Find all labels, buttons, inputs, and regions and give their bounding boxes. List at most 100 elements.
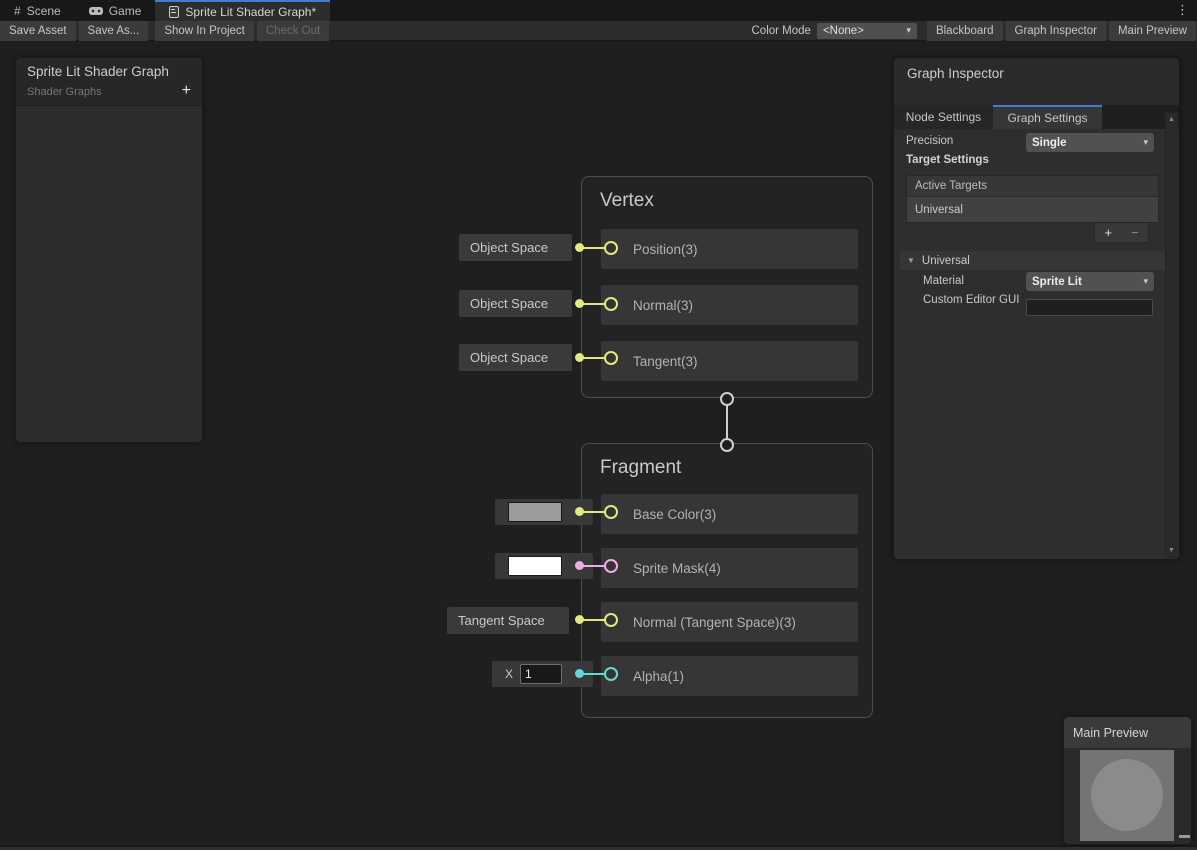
alpha-value-input[interactable] <box>520 664 562 684</box>
fragment-row-sprite-mask[interactable]: Sprite Mask(4) <box>601 548 858 588</box>
object-space-label: Object Space <box>470 240 548 255</box>
tangent-port[interactable] <box>604 351 618 365</box>
vertex-node[interactable]: Vertex Position(3) Normal(3) Tangent(3) <box>581 176 873 398</box>
tangent-space-tag[interactable]: Tangent Space <box>447 607 569 634</box>
preview-sprite-circle <box>1091 759 1163 831</box>
fragment-row-normal-tangent[interactable]: Normal (Tangent Space)(3) <box>601 602 858 642</box>
universal-foldout-label: Universal <box>922 255 970 267</box>
target-item-universal[interactable]: Universal <box>907 197 1158 222</box>
editor-tab-bar: # Scene Game Sprite Lit Shader Graph* ⋮ <box>0 0 1197 21</box>
vertex-row-position[interactable]: Position(3) <box>601 229 858 269</box>
add-target-button[interactable]: + <box>1104 225 1112 240</box>
tab-shader-graph[interactable]: Sprite Lit Shader Graph* <box>155 0 330 21</box>
port-dot[interactable] <box>575 669 584 678</box>
scene-grid-icon: # <box>14 4 21 18</box>
precision-label: Precision <box>906 135 953 147</box>
port-dot[interactable] <box>575 299 584 308</box>
chevron-down-icon: ▾ <box>1143 276 1148 287</box>
material-label: Material <box>923 275 964 287</box>
tab-shader-graph-label: Sprite Lit Shader Graph* <box>185 5 316 19</box>
tab-game[interactable]: Game <box>75 0 156 21</box>
tab-node-settings[interactable]: Node Settings <box>894 105 993 129</box>
vertex-out-connector[interactable] <box>720 392 734 406</box>
check-out-button: Check Out <box>257 21 329 41</box>
fragment-node[interactable]: Fragment Base Color(3) Sprite Mask(4) No… <box>581 443 873 718</box>
save-asset-button[interactable]: Save Asset <box>0 21 76 41</box>
fragment-row-base-color[interactable]: Base Color(3) <box>601 494 858 534</box>
blackboard-subtitle: Shader Graphs <box>27 86 191 98</box>
graph-inspector-panel: Graph Inspector Node Settings Graph Sett… <box>893 57 1180 560</box>
foldout-arrow-icon: ▼ <box>907 256 915 265</box>
scroll-down-icon[interactable]: ▼ <box>1168 547 1175 554</box>
main-preview-header: Main Preview <box>1064 717 1191 748</box>
port-dot[interactable] <box>575 615 584 624</box>
vertex-row-normal[interactable]: Normal(3) <box>601 285 858 325</box>
window-bottom-edge <box>0 846 1197 850</box>
main-preview-body <box>1064 748 1191 844</box>
vertex-row-tangent[interactable]: Tangent(3) <box>601 341 858 381</box>
normal-tangent-port[interactable] <box>604 613 618 627</box>
precision-dropdown[interactable]: Single ▾ <box>1026 133 1154 152</box>
port-dot[interactable] <box>575 353 584 362</box>
blackboard-header: Sprite Lit Shader Graph Shader Graphs + <box>16 58 202 106</box>
tangent-space-label: Tangent Space <box>458 613 545 628</box>
inspector-content: Precision Single ▾ Target Settings Activ… <box>894 129 1179 559</box>
material-dropdown[interactable]: Sprite Lit ▾ <box>1026 272 1154 291</box>
base-color-swatch[interactable] <box>508 502 562 522</box>
window-menu-icon[interactable]: ⋮ <box>1176 2 1189 18</box>
precision-value: Single <box>1032 137 1067 149</box>
port-dot[interactable] <box>575 507 584 516</box>
fragment-in-connector[interactable] <box>720 438 734 452</box>
position-port[interactable] <box>604 241 618 255</box>
gamepad-icon <box>89 7 103 15</box>
color-mode-dropdown[interactable]: <None> ▾ <box>817 23 917 39</box>
material-value: Sprite Lit <box>1032 276 1082 288</box>
save-as-button[interactable]: Save As... <box>79 21 149 41</box>
tab-game-label: Game <box>109 4 142 18</box>
tab-scene[interactable]: # Scene <box>0 0 75 21</box>
base-color-port[interactable] <box>604 505 618 519</box>
alpha-x-label: X <box>505 667 513 681</box>
scroll-up-icon[interactable]: ▲ <box>1168 116 1175 123</box>
shader-graph-file-icon <box>169 6 179 18</box>
blackboard-panel: Sprite Lit Shader Graph Shader Graphs + <box>15 57 203 443</box>
object-space-tag-normal[interactable]: Object Space <box>459 290 572 317</box>
inspector-scrollbar[interactable]: ▲ ▼ <box>1165 113 1178 558</box>
color-mode-label: Color Mode <box>752 25 811 37</box>
preview-background <box>1080 750 1174 841</box>
color-mode-value: <None> <box>823 25 864 37</box>
show-in-project-button[interactable]: Show In Project <box>155 21 254 41</box>
resize-grip-icon[interactable] <box>1179 835 1190 838</box>
blackboard-title: Sprite Lit Shader Graph <box>27 64 191 79</box>
object-space-tag-position[interactable]: Object Space <box>459 234 572 261</box>
shader-graph-toolbar: Save Asset Save As... Show In Project Ch… <box>0 21 1197 41</box>
tab-graph-settings[interactable]: Graph Settings <box>993 105 1102 129</box>
object-space-tag-tangent[interactable]: Object Space <box>459 344 572 371</box>
add-property-button[interactable]: + <box>182 83 191 99</box>
graph-inspector-toggle-button[interactable]: Graph Inspector <box>1006 21 1106 41</box>
universal-foldout[interactable]: ▼ Universal <box>900 251 1169 270</box>
port-dot[interactable] <box>575 561 584 570</box>
fragment-node-title: Fragment <box>600 457 681 479</box>
remove-target-button[interactable]: − <box>1131 225 1139 240</box>
sprite-mask-swatch[interactable] <box>508 556 562 576</box>
main-preview-panel: Main Preview <box>1063 716 1192 845</box>
blackboard-toggle-button[interactable]: Blackboard <box>927 21 1003 41</box>
main-preview-toggle-button[interactable]: Main Preview <box>1109 21 1196 41</box>
vertex-node-title: Vertex <box>600 190 654 212</box>
custom-editor-gui-label: Custom Editor GUI <box>923 293 1021 308</box>
alpha-port[interactable] <box>604 667 618 681</box>
fragment-row-alpha[interactable]: Alpha(1) <box>601 656 858 696</box>
tab-scene-label: Scene <box>27 4 61 18</box>
targets-add-remove-bar: + − <box>1094 223 1149 243</box>
port-dot[interactable] <box>575 243 584 252</box>
inspector-tab-strip: Node Settings Graph Settings <box>894 105 1179 129</box>
unity-shader-graph-window: # Scene Game Sprite Lit Shader Graph* ⋮ … <box>0 0 1197 850</box>
chevron-down-icon: ▾ <box>1143 137 1148 148</box>
sprite-mask-port[interactable] <box>604 559 618 573</box>
graph-inspector-title: Graph Inspector <box>907 66 1004 81</box>
target-settings-heading: Target Settings <box>906 154 989 166</box>
custom-editor-gui-field[interactable] <box>1026 299 1153 316</box>
normal-port[interactable] <box>604 297 618 311</box>
active-targets-header: Active Targets <box>907 176 1158 197</box>
